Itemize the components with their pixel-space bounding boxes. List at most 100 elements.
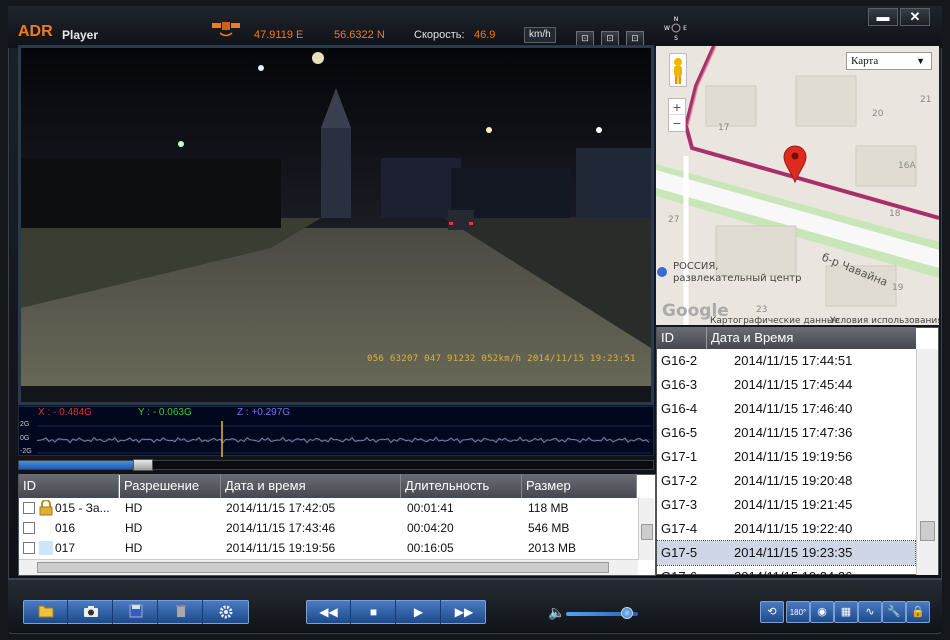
wrench-icon: 🔧 — [887, 606, 901, 618]
longitude-value: 47.9119 E — [254, 29, 304, 41]
layout-small-button[interactable]: ⊡ — [576, 31, 594, 46]
file-col-resolution[interactable]: Разрешение — [120, 474, 221, 498]
track-list-row[interactable]: G17-3 2014/11/15 19:21:45 — [657, 493, 915, 517]
file-duration: 00:01:41 — [407, 501, 454, 515]
fast-forward-button[interactable]: ▶▶ — [442, 600, 486, 624]
file-size: 118 MB — [528, 501, 569, 515]
track-id: G16-2 — [661, 353, 698, 368]
track-datetime: 2014/11/15 17:47:36 — [734, 425, 853, 440]
delete-button[interactable] — [159, 600, 203, 624]
globe-button[interactable]: ◉ — [810, 601, 834, 623]
map-place-line2: развлекательный центр — [673, 273, 801, 284]
map-zoom-control: + − — [668, 98, 686, 132]
svg-text:S: S — [674, 35, 678, 42]
svg-text:N: N — [674, 16, 679, 23]
minimize-button[interactable]: ▬ — [868, 8, 898, 26]
track-list-row[interactable]: G17-4 2014/11/15 19:22:40 — [657, 517, 915, 541]
track-col-id[interactable]: ID — [657, 327, 707, 349]
file-id: 016 — [55, 521, 76, 535]
file-row[interactable]: 016 HD 2014/11/15 17:43:46 00:04:20 546 … — [19, 518, 637, 538]
file-col-duration[interactable]: Длительность — [401, 474, 522, 498]
map-zoom-in-button[interactable]: + — [669, 99, 685, 115]
speed-label: Скорость: — [414, 29, 465, 41]
satellite-icon — [212, 22, 240, 37]
map-attribution: Картографические данные — [710, 316, 840, 325]
chevron-down-icon: ▼ — [916, 56, 925, 66]
file-col-date[interactable]: Дата и время — [221, 474, 401, 498]
speed-value: 46.9 — [474, 29, 496, 41]
track-list-row[interactable]: G16-2 2014/11/15 17:44:51 — [657, 349, 915, 373]
file-row-checkbox[interactable] — [23, 542, 35, 554]
rewind-button[interactable]: ◀◀ — [307, 600, 351, 624]
track-col-datetime[interactable]: Дата и Время — [707, 327, 916, 349]
gsensor-tick-top: 2G — [20, 421, 30, 428]
track-list-row[interactable]: G16-5 2014/11/15 17:47:36 — [657, 421, 915, 445]
close-button[interactable]: ✕ — [900, 8, 930, 26]
snapshot-button[interactable] — [69, 600, 113, 624]
track-list-row[interactable]: G17-2 2014/11/15 19:20:48 — [657, 469, 915, 493]
title-bar — [8, 6, 942, 48]
file-table-vscroll-thumb[interactable] — [641, 524, 653, 540]
fullscreen-button[interactable]: ⊡ — [626, 31, 644, 46]
playback-progress-thumb[interactable] — [133, 459, 154, 471]
gear-icon — [219, 605, 233, 619]
track-list-row[interactable]: G16-3 2014/11/15 17:45:44 — [657, 373, 915, 397]
file-date: 2014/11/15 17:43:46 — [226, 521, 336, 535]
track-list-row[interactable]: G17-1 2014/11/15 19:19:56 — [657, 445, 915, 469]
app-name: Player — [62, 28, 99, 42]
gsensor-plot — [36, 421, 651, 457]
layout-medium-button[interactable]: ⊡ — [601, 31, 619, 46]
dashcam-frame — [21, 48, 651, 402]
file-resolution: HD — [125, 501, 143, 515]
lock-button[interactable]: 🔒 — [906, 601, 930, 623]
map-button[interactable]: ▦ — [834, 601, 858, 623]
file-col-id[interactable]: ID — [19, 474, 119, 498]
file-row[interactable]: 015 - За... HD 2014/11/15 17:42:05 00:01… — [19, 498, 637, 518]
track-list-row[interactable]: G17-5 2014/11/15 19:23:35 — [656, 540, 916, 566]
save-button[interactable] — [114, 600, 158, 624]
floppy-icon — [129, 604, 142, 618]
rotate-180-icon: 180° — [789, 608, 807, 617]
file-table-vscrollbar[interactable] — [638, 498, 654, 560]
video-view[interactable] — [18, 45, 654, 405]
map-type-select[interactable]: Карта ▼ — [846, 52, 932, 70]
open-folder-button[interactable] — [24, 600, 68, 624]
file-row[interactable]: 017 HD 2014/11/15 19:19:56 00:16:05 2013… — [19, 538, 637, 558]
map-number: 23 — [756, 305, 767, 315]
rotate-180-button[interactable]: 180° — [786, 601, 810, 623]
playback-progress-fill — [19, 461, 134, 469]
speed-unit-button[interactable]: km/h — [524, 27, 556, 43]
track-id: G17-2 — [661, 473, 698, 488]
file-col-size[interactable]: Размер — [522, 474, 637, 498]
map-view[interactable]: б-р Чавайна 17 16A 27 18 20 19 23 21 РОС… — [656, 46, 939, 325]
track-datetime: 2014/11/15 19:23:35 — [734, 545, 853, 560]
track-list-row[interactable]: G16-4 2014/11/15 17:46:40 — [657, 397, 915, 421]
track-list-vscroll-thumb[interactable] — [920, 521, 935, 541]
gsensor-graph[interactable] — [18, 406, 654, 457]
loop-button[interactable]: ⟲ — [760, 601, 784, 623]
settings-button[interactable] — [204, 600, 248, 624]
map-zoom-out-button[interactable]: − — [669, 115, 685, 131]
gsensor-tick-mid: 0G — [20, 435, 30, 442]
file-table-hscroll-thumb[interactable] — [37, 562, 609, 573]
tools-button[interactable]: 🔧 — [882, 601, 906, 623]
track-list-vscrollbar[interactable] — [916, 349, 938, 575]
gsensor-button[interactable]: ∿ — [858, 601, 882, 623]
pegman-icon — [674, 58, 682, 84]
map-icon: ▦ — [840, 606, 852, 618]
file-row-checkbox[interactable] — [23, 522, 35, 534]
speaker-icon[interactable]: 🔈 — [548, 604, 565, 621]
pegman-button[interactable] — [669, 53, 687, 87]
play-button[interactable]: ▶ — [397, 600, 441, 624]
stop-button[interactable]: ■ — [352, 600, 396, 624]
file-date: 2014/11/15 17:42:05 — [226, 501, 336, 515]
track-datetime: 2014/11/15 17:46:40 — [734, 401, 853, 416]
map-number: 20 — [872, 109, 884, 119]
map-number: 27 — [668, 215, 679, 225]
file-resolution: HD — [125, 541, 143, 555]
file-table-hscrollbar[interactable] — [19, 559, 638, 575]
folder-icon — [38, 605, 53, 618]
track-id: G17-1 — [661, 449, 698, 464]
camera-icon — [83, 606, 98, 617]
file-row-checkbox[interactable] — [23, 502, 35, 514]
